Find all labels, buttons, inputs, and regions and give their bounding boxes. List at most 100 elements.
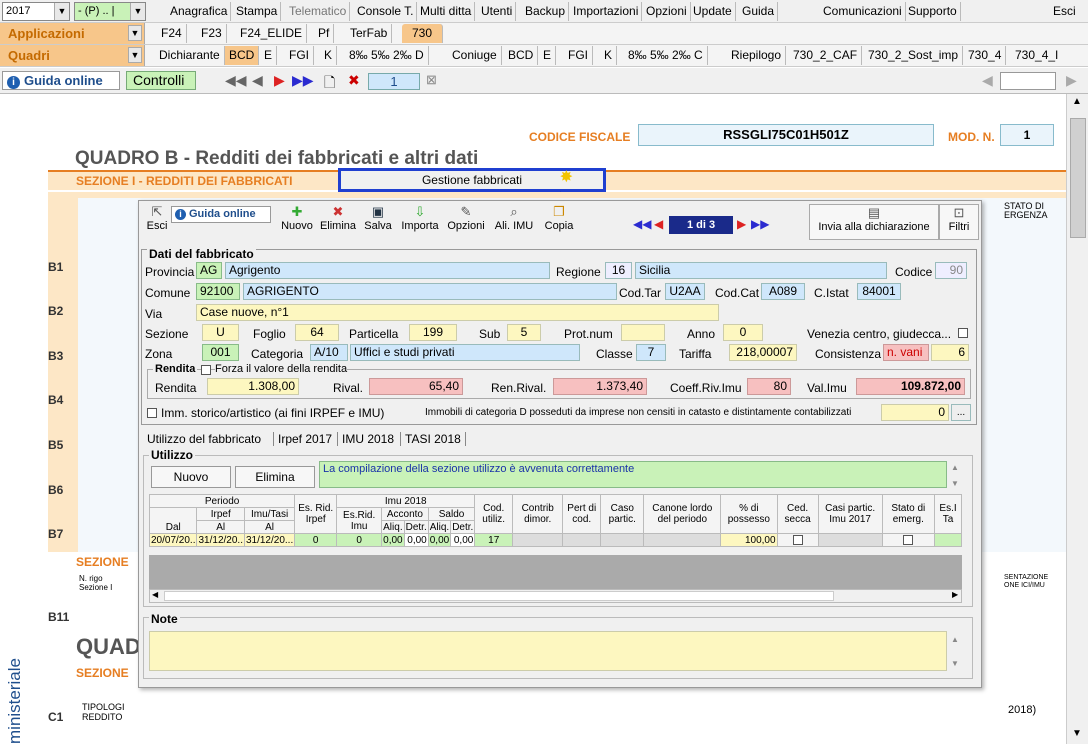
tab-8x1000-d[interactable]: 8‰ 5‰ 2‰ D — [345, 46, 429, 65]
menu-esci[interactable]: Esci — [1050, 2, 1079, 21]
vertical-scrollbar[interactable]: ▲ ▼ — [1066, 94, 1088, 744]
nuovo-toolbar-button[interactable]: ✚ Nuovo — [279, 204, 315, 240]
scroll-up-icon[interactable]: ▲ — [1072, 96, 1082, 107]
menu-stampa[interactable]: Stampa — [233, 2, 282, 21]
tab-f23[interactable]: F23 — [197, 24, 227, 43]
h-scrollbar-thumb[interactable] — [164, 591, 834, 601]
guida-online-button[interactable]: i Guida online — [2, 71, 120, 90]
menu-guida[interactable]: Guida — [739, 2, 779, 21]
last-record-icon[interactable]: ▶▶ — [751, 217, 769, 231]
venezia-checkbox[interactable] — [958, 328, 968, 338]
next-record-icon[interactable]: ▶ — [737, 217, 746, 231]
cell-aliq-saldo[interactable]: 0,00 — [427, 533, 452, 547]
ced-secca-checkbox[interactable] — [792, 534, 803, 545]
menu-backup[interactable]: Backup — [522, 2, 570, 21]
stato-emerg-checkbox[interactable] — [903, 534, 914, 545]
codice-field[interactable]: 90 — [935, 262, 967, 279]
renrival-field[interactable]: 1.373,40 — [553, 378, 647, 395]
first-record-icon[interactable]: ◀◀ — [633, 217, 651, 231]
cell-aliq-acconto[interactable]: 0,00 — [381, 533, 405, 547]
tab-e-c[interactable]: E — [539, 46, 557, 65]
tab-730-2-sost-imp[interactable]: 730_2_Sost_imp — [864, 46, 964, 65]
particella-field[interactable]: 199 — [409, 324, 457, 341]
tab-dichiarante[interactable]: Dichiarante — [155, 46, 225, 65]
zona-field[interactable]: 001 — [202, 344, 239, 361]
menu-multi-ditta[interactable]: Multi ditta — [417, 2, 476, 21]
protnum-field[interactable] — [621, 324, 665, 341]
menu-console[interactable]: Console T. — [354, 2, 418, 21]
scroll-left-icon[interactable]: ◀ — [152, 590, 158, 599]
zoom-icon[interactable]: ⊠ — [426, 72, 437, 88]
cell-es-rid-imu[interactable]: 0 — [336, 533, 383, 547]
profile-select[interactable]: - (P) .. | ▼ — [74, 2, 146, 21]
scroll-right-icon[interactable]: ▶ — [952, 590, 958, 599]
rival-field[interactable]: 65,40 — [369, 378, 463, 395]
tariffa-field[interactable]: 218,00007 — [729, 344, 797, 361]
prev-page-icon[interactable]: ◀ — [252, 72, 263, 89]
tab-fgi-c[interactable]: FGI — [564, 46, 593, 65]
last-page-icon[interactable]: ▶▶ — [292, 72, 314, 89]
anno-field[interactable]: 0 — [723, 324, 763, 341]
sub-field[interactable]: 5 — [507, 324, 541, 341]
importa-button[interactable]: ⇩ Importa — [397, 204, 443, 240]
provincia-code-field[interactable]: AG — [196, 262, 222, 279]
msg-scroll-down-icon[interactable]: ▼ — [951, 479, 959, 488]
cell-es-rid[interactable]: 0 — [294, 533, 338, 547]
tab-k[interactable]: K — [320, 46, 338, 65]
menu-opzioni[interactable]: Opzioni — [643, 2, 691, 21]
ali-imu-button[interactable]: ⌕ Ali. IMU — [491, 204, 537, 240]
scroll-right-icon[interactable]: ▶ — [1066, 72, 1077, 89]
cell-casi[interactable] — [817, 533, 883, 547]
cell-stato[interactable] — [881, 533, 936, 547]
provincia-field[interactable]: Agrigento — [225, 262, 550, 279]
menu-telematico[interactable]: Telematico — [286, 2, 351, 21]
tab-730[interactable]: 730 — [402, 24, 444, 43]
menu-anagrafica[interactable]: Anagrafica — [167, 2, 232, 21]
scroll-down-icon[interactable]: ▼ — [1072, 728, 1082, 739]
opzioni-button[interactable]: ✎ Opzioni — [445, 204, 487, 240]
controlli-button[interactable]: Controlli — [126, 71, 196, 90]
regione-field[interactable]: Sicilia — [635, 262, 887, 279]
storico-checkbox[interactable] — [147, 408, 157, 418]
first-page-icon[interactable]: ◀◀ — [225, 72, 247, 89]
note-textarea[interactable] — [149, 631, 947, 671]
scrollbar-thumb[interactable] — [1070, 118, 1086, 238]
menu-importazioni[interactable]: Importazioni — [570, 2, 643, 21]
classe-field[interactable]: 7 — [636, 344, 666, 361]
cell-contrib[interactable] — [512, 533, 564, 547]
foglio-field[interactable]: 64 — [295, 324, 339, 341]
categoria-d-lookup-button[interactable]: ... — [951, 404, 971, 421]
cell-canone[interactable] — [643, 533, 722, 547]
cell-es[interactable] — [934, 533, 962, 547]
tab-730-2-caf[interactable]: 730_2_CAF — [789, 46, 863, 65]
cell-al-irpef[interactable]: 31/12/20.. — [196, 533, 245, 547]
cell-detr-acconto[interactable]: 0,00 — [403, 533, 429, 547]
cistat-field[interactable]: 84001 — [857, 283, 901, 300]
via-field[interactable]: Case nuove, n°1 — [196, 304, 719, 321]
tab-coniuge[interactable]: Coniuge — [448, 46, 502, 65]
filtri-button[interactable]: ⊡ Filtri — [939, 204, 979, 240]
mod-field[interactable]: 1 — [1000, 124, 1054, 146]
modal-guida-online-button[interactable]: i Guida online — [171, 206, 271, 223]
menu-utenti[interactable]: Utenti — [478, 2, 517, 21]
tab-730-4-i[interactable]: 730_4_I — [1011, 46, 1062, 65]
consistenza-unit-field[interactable]: n. vani — [883, 344, 929, 361]
delete-page-icon[interactable]: ✖ — [348, 72, 360, 89]
tab-fgi[interactable]: FGI — [285, 46, 314, 65]
msg-scroll-up-icon[interactable]: ▲ — [951, 463, 959, 472]
elimina-toolbar-button[interactable]: ✖ Elimina — [318, 204, 358, 240]
rendita-field[interactable]: 1.308,00 — [207, 378, 299, 395]
cell-pert[interactable] — [562, 533, 602, 547]
tab-bcd[interactable]: BCD — [225, 46, 260, 65]
categoria-code-field[interactable]: A/10 — [310, 344, 348, 361]
comune-field[interactable]: AGRIGENTO — [243, 283, 617, 300]
search-field[interactable] — [1000, 72, 1056, 90]
copia-button[interactable]: ❐ Copia — [541, 204, 577, 240]
salva-button[interactable]: ▣ Salva — [362, 204, 394, 240]
prev-record-icon[interactable]: ◀ — [654, 217, 663, 231]
scroll-left-icon[interactable]: ◀ — [982, 72, 993, 89]
year-select[interactable]: 2017 ▼ — [2, 2, 70, 21]
forza-rendita-checkbox[interactable] — [201, 365, 211, 375]
tab-terfab[interactable]: TerFab — [346, 24, 393, 43]
menu-comunicazioni[interactable]: Comunicazioni — [820, 2, 906, 21]
